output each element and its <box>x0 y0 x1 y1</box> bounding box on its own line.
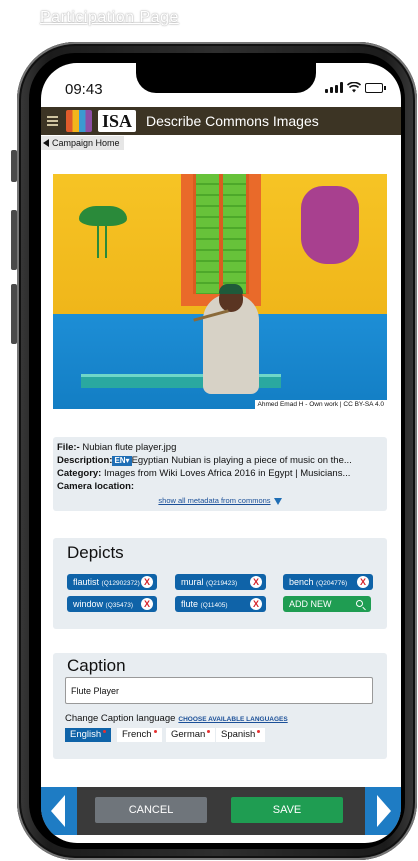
depicts-tag-mural[interactable]: mural (Q219423) X <box>175 574 266 590</box>
meta-description: Description: EN▾ Egyptian Nubian is playin… <box>57 455 352 466</box>
breadcrumb-campaign-home[interactable]: Campaign Home <box>41 136 124 150</box>
meta-file: File:- Nubian flute player.jpg <box>57 442 177 453</box>
commons-image: Ahmed Emad H - Own work | CC BY-SA 4.0 <box>53 174 387 409</box>
battery-icon <box>365 83 386 93</box>
language-tab-english[interactable]: English <box>65 728 112 742</box>
phone-notch <box>136 63 316 93</box>
caption-input[interactable] <box>65 677 373 704</box>
depicts-tag-flute[interactable]: flute (Q11405) X <box>175 596 266 612</box>
add-new-depicts-button[interactable]: ADD NEW <box>283 596 371 612</box>
depicts-tag-bench[interactable]: bench (Q204776) X <box>283 574 373 590</box>
remove-tag-icon[interactable]: X <box>141 598 153 610</box>
page-label: Participation Page <box>40 9 179 26</box>
status-icons <box>325 82 386 93</box>
depicts-tag-window[interactable]: window (Q35473) X <box>67 596 157 612</box>
save-button[interactable]: SAVE <box>231 797 343 823</box>
caption-title: Caption <box>67 656 126 675</box>
previous-image-button[interactable] <box>41 787 77 835</box>
search-icon <box>356 600 363 607</box>
back-arrow-icon <box>43 139 49 147</box>
remove-tag-icon[interactable]: X <box>250 576 262 588</box>
volume-up-button <box>11 210 17 270</box>
bird-mural-icon <box>79 206 127 226</box>
required-dot-icon <box>257 730 261 733</box>
cancel-button[interactable]: CANCEL <box>95 797 207 823</box>
chevron-down-icon <box>273 497 282 505</box>
language-tab-spanish[interactable]: Spanish <box>216 728 266 742</box>
meta-camera: Camera location: <box>57 481 135 492</box>
next-image-button[interactable] <box>365 787 401 835</box>
required-dot-icon <box>207 730 211 733</box>
depicts-tag-flautist[interactable]: flautist (Q12902372) X <box>67 574 157 590</box>
caption-panel: Caption Change Caption languageCHOOSE AV… <box>53 653 387 759</box>
app-logo-icon <box>66 110 92 132</box>
arrow-right-icon <box>377 795 391 827</box>
volume-down-button <box>11 284 17 344</box>
description-language-select[interactable]: EN▾ <box>112 456 132 466</box>
change-caption-language: Change Caption language CHOOSE AVAILABLE … <box>65 713 288 724</box>
signal-icon <box>325 82 343 93</box>
depicts-title: Depicts <box>67 543 124 562</box>
phone-screen: 09:43 ISA Describe Commons Images Campai… <box>41 63 401 843</box>
language-tab-german[interactable]: German <box>166 728 216 742</box>
wifi-icon <box>347 82 361 93</box>
status-time: 09:43 <box>65 81 103 98</box>
remove-tag-icon[interactable]: X <box>357 576 369 588</box>
depicts-panel: Depicts flautist (Q12902372) X mural (Q2… <box>53 538 387 629</box>
language-tab-french[interactable]: French <box>117 728 162 742</box>
meta-category: Category: Images from Wiki Loves Africa … <box>57 468 351 479</box>
required-dot-icon <box>103 730 107 733</box>
app-bar: ISA Describe Commons Images <box>41 107 401 135</box>
image-credit: Ahmed Emad H - Own work | CC BY-SA 4.0 <box>254 400 387 409</box>
arrow-left-icon <box>51 795 65 827</box>
choose-languages-link[interactable]: CHOOSE AVAILABLE LANGUAGES <box>178 716 287 723</box>
remove-tag-icon[interactable]: X <box>141 576 153 588</box>
bottom-action-bar: CANCEL SAVE <box>41 787 401 835</box>
remove-tag-icon[interactable]: X <box>250 598 262 610</box>
hand-mural-icon <box>301 186 359 264</box>
image-metadata: File:- Nubian flute player.jpg Descripti… <box>53 437 387 511</box>
isa-logo: ISA <box>98 110 137 132</box>
show-all-metadata-link[interactable]: show all metadata from commons <box>57 494 383 507</box>
required-dot-icon <box>153 730 157 733</box>
menu-icon[interactable] <box>47 116 58 126</box>
mute-switch <box>11 150 17 182</box>
app-title: Describe Commons Images <box>146 113 319 129</box>
breadcrumb-label: Campaign Home <box>52 138 120 148</box>
